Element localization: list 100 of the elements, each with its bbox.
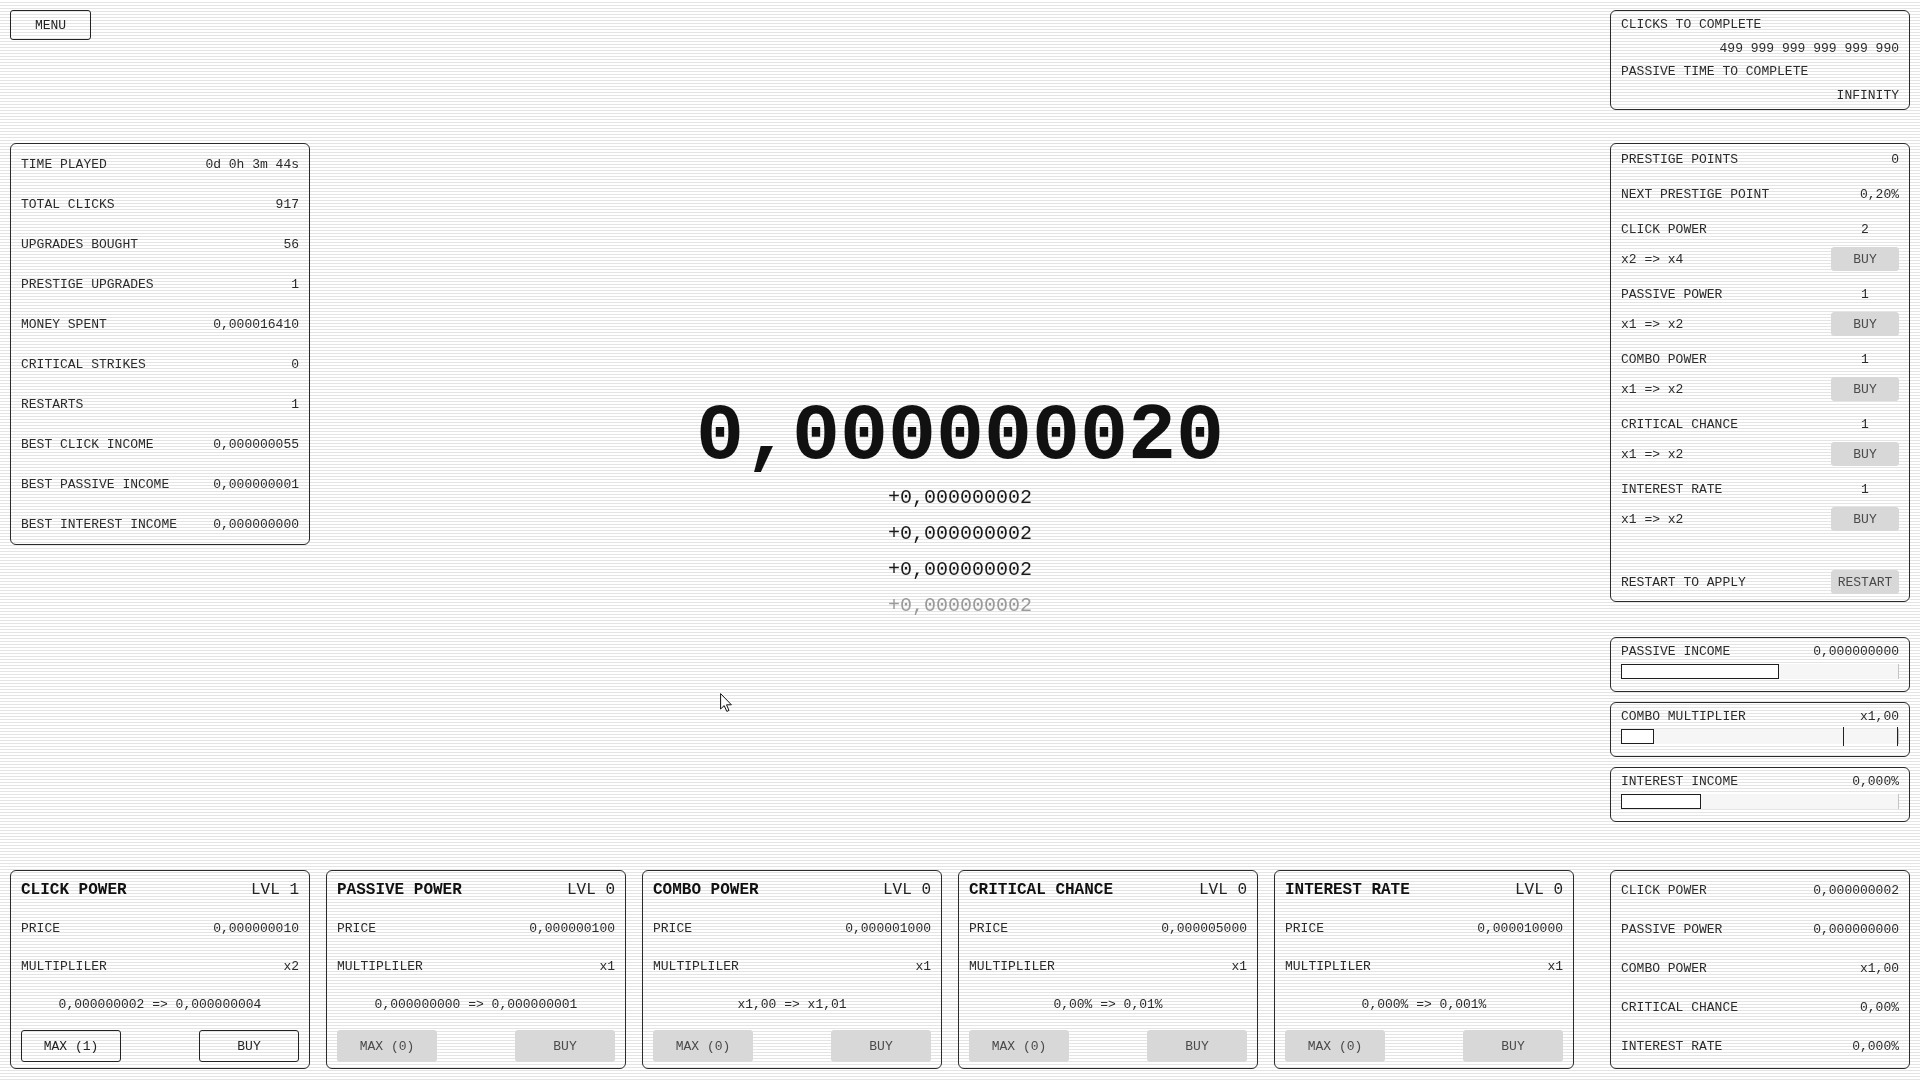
total-label: CRITICAL CHANCE	[1621, 1000, 1739, 1015]
restart-label: RESTART TO APPLY	[1621, 574, 1747, 590]
income-gain-text: +0,000000002	[888, 557, 1032, 583]
meter-label: INTEREST INCOME	[1621, 773, 1739, 789]
stat-value: 1	[291, 396, 299, 412]
total-value: 0,00%	[1860, 1000, 1899, 1015]
price-label: PRICE	[653, 920, 692, 936]
upgrade-name: PASSIVE POWER	[1621, 286, 1724, 302]
prestige-value: 0	[1891, 151, 1899, 167]
income-gain-text: +0,000000002	[888, 521, 1032, 547]
price-value: 0,000000010	[213, 920, 299, 936]
multiplier-value: x1	[599, 958, 615, 974]
meter-value: 0,000000000	[1813, 643, 1899, 659]
price-label: PRICE	[1285, 920, 1324, 936]
buy-button[interactable]: BUY	[199, 1030, 299, 1062]
total-label: CLICK POWER	[1621, 883, 1707, 898]
card-title: COMBO POWER	[653, 881, 759, 899]
prestige-value: 0,20%	[1860, 186, 1899, 202]
income-change: 0,000% => 0,001%	[1361, 996, 1487, 1012]
multiplier-value: x1	[1231, 958, 1247, 974]
range-bracket-icon	[1843, 727, 1898, 746]
stat-value: 0	[291, 356, 299, 372]
completion-label: CLICKS TO COMPLETE	[1621, 17, 1762, 33]
upgrade-name: CRITICAL CHANCE	[1621, 416, 1740, 432]
meter-value: x1,00	[1860, 708, 1899, 724]
price-label: PRICE	[337, 920, 376, 936]
multiplier-value: x2	[283, 958, 299, 974]
income-gain-text: +0,000000002	[888, 485, 1032, 511]
stat-value: 917	[275, 196, 299, 212]
prestige-label: NEXT PRESTIGE POINT	[1621, 186, 1770, 202]
completion-value: INFINITY	[1836, 87, 1899, 103]
stat-label: UPGRADES BOUGHT	[21, 236, 139, 252]
multiplier-change: x1 => x2	[1621, 446, 1685, 462]
card-title: CRITICAL CHANCE	[969, 881, 1114, 899]
upgrade-count: 1	[1861, 481, 1869, 497]
upgrade-name: CLICK POWER	[1621, 221, 1708, 237]
multiplier-change: x1 => x2	[1621, 381, 1685, 397]
price-value: 0,000001000	[845, 920, 931, 936]
stat-label: MONEY SPENT	[21, 316, 107, 332]
level-label: LVL 0	[883, 881, 931, 899]
multiplier-change: x1 => x2	[1621, 511, 1685, 527]
income-gain-text: +0,000000002	[888, 593, 1032, 619]
total-value: 0,000%	[1852, 1039, 1899, 1054]
income-change: 0,000000000 => 0,000000001	[374, 996, 578, 1012]
stat-label: TIME PLAYED	[21, 156, 107, 172]
upgrade-count: 1	[1861, 416, 1869, 432]
price-value: 0,000000100	[529, 920, 615, 936]
stat-label: BEST INTEREST INCOME	[21, 516, 178, 532]
total-label: INTEREST RATE	[1621, 1039, 1723, 1054]
max-button[interactable]: MAX (1)	[21, 1030, 121, 1062]
multiplier-change: x1 => x2	[1621, 316, 1685, 332]
stat-label: CRITICAL STRIKES	[21, 356, 146, 372]
upgrade-count: 2	[1861, 221, 1869, 237]
multiplier-value: x1	[1547, 958, 1563, 974]
stat-label: BEST CLICK INCOME	[21, 436, 154, 452]
level-label: LVL 0	[1515, 881, 1563, 899]
stat-value: 0,000000055	[213, 436, 299, 452]
stat-value: 0,000000001	[213, 476, 299, 492]
stat-value: 0,000016410	[213, 316, 299, 332]
card-title: INTEREST RATE	[1285, 881, 1410, 899]
card-title: PASSIVE POWER	[337, 881, 462, 899]
income-change: 0,000000002 => 0,000000004	[58, 996, 262, 1012]
price-value: 0,000005000	[1161, 920, 1247, 936]
multiplier-change: x2 => x4	[1621, 251, 1685, 267]
completion-value: 499 999 999 999 999 990	[1719, 40, 1899, 56]
price-label: PRICE	[21, 920, 60, 936]
multiplier-label: MULTIPLILER	[21, 958, 107, 974]
stat-label: BEST PASSIVE INCOME	[21, 476, 170, 492]
card-title: CLICK POWER	[21, 881, 127, 899]
total-value: 0,000000000	[1813, 922, 1899, 937]
stat-value: 56	[283, 236, 299, 252]
stat-value: 0,000000000	[213, 516, 299, 532]
total-value: x1,00	[1860, 961, 1899, 976]
level-label: LVL 0	[1199, 881, 1247, 899]
level-label: LVL 0	[567, 881, 615, 899]
upgrade-count: 1	[1861, 351, 1869, 367]
total-value: 0,000000002	[1813, 883, 1899, 898]
meter-value: 0,000%	[1852, 773, 1899, 789]
total-label: PASSIVE POWER	[1621, 922, 1723, 937]
multiplier-label: MULTIPLILER	[653, 958, 739, 974]
meter-label: PASSIVE INCOME	[1621, 643, 1731, 659]
upgrade-name: INTEREST RATE	[1621, 481, 1724, 497]
income-change: 0,00% => 0,01%	[1053, 996, 1163, 1012]
money-amount: 0,000000020	[695, 397, 1225, 477]
upgrade-count: 1	[1861, 286, 1869, 302]
cursor-icon	[720, 693, 732, 712]
stat-value: 1	[291, 276, 299, 292]
multiplier-label: MULTIPLILER	[337, 958, 423, 974]
multiplier-label: MULTIPLILER	[969, 958, 1055, 974]
stat-label: TOTAL CLICKS	[21, 196, 115, 212]
level-label: LVL 1	[251, 881, 299, 899]
total-label: COMBO POWER	[1621, 961, 1707, 976]
menu-button[interactable]: MENU	[10, 10, 91, 40]
stat-value: 0d 0h 3m 44s	[205, 156, 299, 172]
multiplier-value: x1	[915, 958, 931, 974]
upgrade-name: COMBO POWER	[1621, 351, 1708, 367]
meter-label: COMBO MULTIPLIER	[1621, 708, 1746, 724]
price-value: 0,000010000	[1477, 920, 1563, 936]
prestige-label: PRESTIGE POINTS	[1621, 151, 1739, 167]
multiplier-label: MULTIPLILER	[1285, 958, 1371, 974]
